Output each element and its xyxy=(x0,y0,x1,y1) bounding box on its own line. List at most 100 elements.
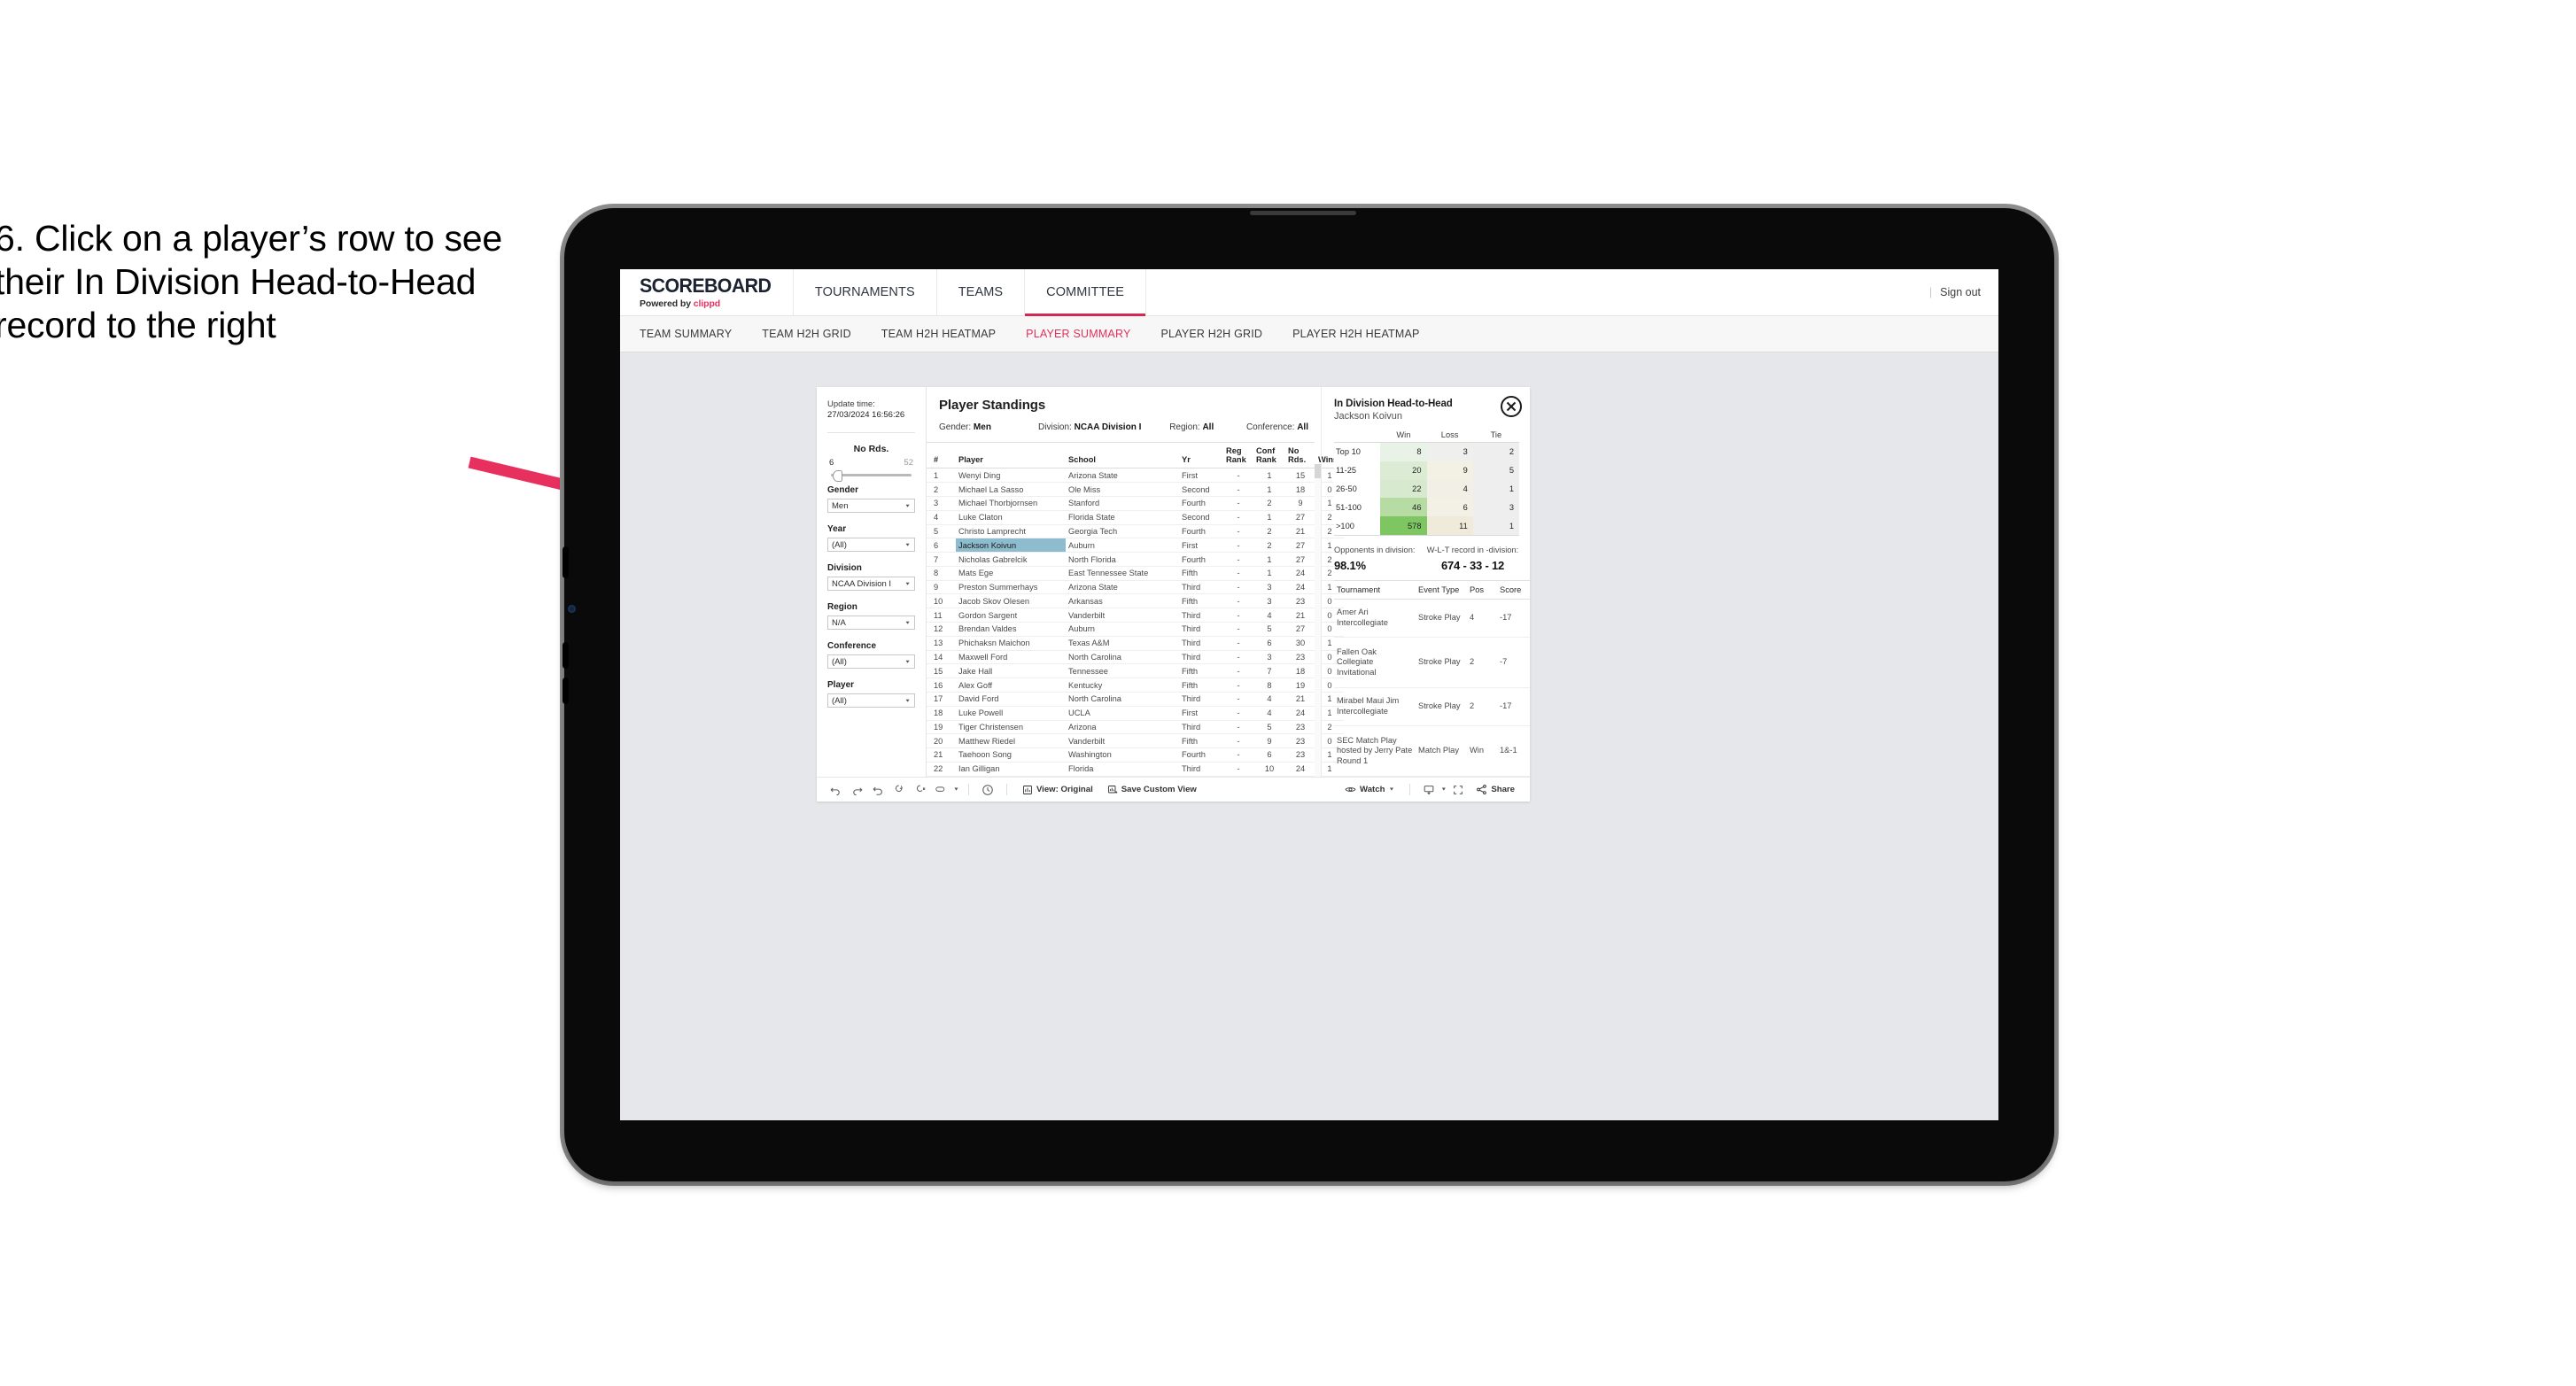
h2h-cell[interactable]: 20 xyxy=(1380,461,1427,480)
revert-icon[interactable] xyxy=(868,781,888,799)
table-row[interactable]: 1 Wenyi Ding Arizona State First -1 15 1 xyxy=(927,468,1344,484)
view-original-button[interactable]: View: Original xyxy=(1016,785,1099,795)
nav-teams[interactable]: TEAMS xyxy=(937,269,1026,315)
tournament-row[interactable]: Mirabel Maui Jim Intercollegiate Stroke P… xyxy=(1334,687,1530,727)
cell-player: Taehoon Song xyxy=(956,747,1066,763)
standings-vertical-scrollbar[interactable] xyxy=(1315,464,1321,777)
close-circle-icon[interactable] xyxy=(1500,395,1523,418)
h2h-cell[interactable]: 3 xyxy=(1472,498,1519,517)
table-row[interactable]: 12 Brendan Valdes Auburn Third -5 27 0 xyxy=(927,622,1344,637)
device-button-top[interactable] xyxy=(563,546,569,578)
h2h-cell[interactable]: 46 xyxy=(1380,498,1427,517)
table-row[interactable]: 8 Mats Ege East Tennessee State Fifth -1 24 2 xyxy=(927,566,1344,581)
table-row[interactable]: 7 Nicholas Gabrelcik North Florida Fourth -1… xyxy=(927,552,1344,567)
scrollbar-thumb[interactable] xyxy=(1315,464,1321,478)
table-header-row: # Player School Yr Reg Rank Conf Rank No Rd… xyxy=(927,443,1344,469)
filter-division-select[interactable]: NCAA Division I ▼ xyxy=(827,577,915,591)
undo-icon[interactable] xyxy=(826,781,845,799)
chevron-down-icon[interactable]: ▼ xyxy=(953,787,959,792)
h2h-cell[interactable]: 9 xyxy=(1426,461,1473,480)
tab-team-summary[interactable]: TEAM SUMMARY xyxy=(640,328,732,340)
h2h-cell[interactable]: 11 xyxy=(1426,516,1473,536)
table-row[interactable]: 22 Ian Gilligan Florida Third -10 24 1 xyxy=(927,762,1344,777)
th-conf-rank[interactable]: Conf Rank xyxy=(1253,443,1285,469)
pause-auto-update-icon[interactable] xyxy=(978,781,997,799)
table-row[interactable]: 2 Michael La Sasso Ole Miss Second -1 18 0 xyxy=(927,482,1344,497)
save-custom-view-button[interactable]: Save Custom View xyxy=(1101,785,1203,795)
table-row[interactable]: 23Jack LundinMissouriFourth-11240 xyxy=(927,776,1344,777)
th-event-type[interactable]: Event Type xyxy=(1416,579,1467,600)
table-row[interactable]: 6 Jackson Koivun Auburn First -2 27 1 xyxy=(927,538,1344,554)
h2h-cell[interactable]: 2 xyxy=(1472,442,1519,461)
share-button[interactable]: Share xyxy=(1470,784,1521,795)
filter-player-select[interactable]: (All) ▼ xyxy=(827,693,915,708)
no-rds-slider-thumb[interactable] xyxy=(833,470,842,482)
h2h-cell[interactable]: 8 xyxy=(1380,442,1427,461)
th-rank[interactable]: # xyxy=(927,443,956,469)
h2h-cell[interactable]: 1 xyxy=(1472,516,1519,536)
table-row[interactable]: 18 Luke Powell UCLA First -4 24 1 xyxy=(927,706,1344,721)
cell-conf: 2 xyxy=(1253,496,1285,511)
download-icon[interactable] xyxy=(1419,781,1439,799)
h2h-cell[interactable]: 578 xyxy=(1380,516,1427,536)
th-yr[interactable]: Yr xyxy=(1179,443,1223,469)
filter-gender-select[interactable]: Men ▼ xyxy=(827,499,915,513)
tab-player-h2h-grid[interactable]: PLAYER H2H GRID xyxy=(1161,328,1263,340)
h2h-cell[interactable]: 22 xyxy=(1380,479,1427,499)
chevron-down-icon[interactable]: ▼ xyxy=(1440,787,1447,792)
tournament-row[interactable]: Amer Ari Intercollegiate Stroke Play 4 -17 xyxy=(1334,599,1530,639)
h2h-cell[interactable]: 5 xyxy=(1472,461,1519,480)
table-row[interactable]: 11 Gordon Sargent Vanderbilt Third -4 21 0 xyxy=(927,608,1344,623)
tab-player-h2h-heatmap[interactable]: PLAYER H2H HEATMAP xyxy=(1292,328,1419,340)
h2h-cell[interactable]: 1 xyxy=(1472,479,1519,499)
no-rds-slider[interactable]: No Rds. 6 52 xyxy=(827,444,915,482)
meta-conference-value: All xyxy=(1297,422,1308,432)
th-school[interactable]: School xyxy=(1066,443,1179,469)
table-row[interactable]: 3 Michael Thorbjornsen Stanford Fourth -2 9 1 xyxy=(927,496,1344,511)
table-row[interactable]: 16 Alex Goff Kentucky Fifth -8 19 0 xyxy=(927,678,1344,693)
th-reg-rank[interactable]: Reg Rank xyxy=(1223,443,1253,469)
watch-button[interactable]: Watch ▼ xyxy=(1338,784,1401,795)
table-row[interactable]: 9 Preston Summerhays Arizona State Third -3 2… xyxy=(927,580,1344,595)
th-pos[interactable]: Pos xyxy=(1467,579,1497,600)
th-player[interactable]: Player xyxy=(956,443,1066,469)
no-rds-slider-track[interactable] xyxy=(831,470,912,482)
table-row[interactable]: 15 Jake Hall Tennessee Fifth -7 18 0 xyxy=(927,663,1344,679)
fullscreen-icon[interactable] xyxy=(1448,781,1468,799)
brand-logo[interactable]: SCOREBOARD Powered by clippd xyxy=(620,269,794,315)
th-score[interactable]: Score xyxy=(1497,579,1530,600)
cell-rank: 21 xyxy=(927,747,956,763)
tab-team-h2h-grid[interactable]: TEAM H2H GRID xyxy=(762,328,851,340)
filter-conference-select[interactable]: (All) ▼ xyxy=(827,654,915,669)
table-row[interactable]: 13 Phichaksn Maichon Texas A&M Third -6 30 1 xyxy=(927,636,1344,651)
device-button-volume-up[interactable] xyxy=(563,642,569,669)
table-row[interactable]: 14 Maxwell Ford North Carolina Third -3 23 0 xyxy=(927,650,1344,665)
h2h-cell[interactable]: 4 xyxy=(1426,479,1473,499)
table-row[interactable]: 5 Christo Lamprecht Georgia Tech Fourth -2 21… xyxy=(927,524,1344,539)
pause-icon[interactable] xyxy=(911,781,930,799)
tournament-row[interactable]: SEC Match Play hosted by Jerry Pate Roun… xyxy=(1334,725,1530,777)
filter-region-select[interactable]: N/A ▼ xyxy=(827,616,915,630)
filter-year-select[interactable]: (All) ▼ xyxy=(827,538,915,552)
pill-icon[interactable] xyxy=(932,781,951,799)
redo-icon[interactable] xyxy=(847,781,866,799)
table-row[interactable]: 19 Tiger Christensen Arizona Third -5 23 2 xyxy=(927,720,1344,735)
table-row[interactable]: 10 Jacob Skov Olesen Arkansas Fifth -3 23 0 xyxy=(927,593,1344,609)
device-button-volume-down[interactable] xyxy=(563,678,569,704)
tab-team-h2h-heatmap[interactable]: TEAM H2H HEATMAP xyxy=(881,328,996,340)
h2h-cell[interactable]: 3 xyxy=(1426,442,1473,461)
table-row[interactable]: 4 Luke Claton Florida State Second -1 27 2 xyxy=(927,510,1344,525)
table-row[interactable]: 21 Taehoon Song Washington Fourth -6 23 1 xyxy=(927,747,1344,763)
watch-label: Watch xyxy=(1360,785,1385,794)
nav-tournaments[interactable]: TOURNAMENTS xyxy=(794,269,937,315)
th-tournament[interactable]: Tournament xyxy=(1334,579,1416,600)
refresh-icon[interactable] xyxy=(889,781,909,799)
sign-out-link[interactable]: Sign out xyxy=(1940,286,1981,298)
tournament-row[interactable]: Fallen Oak Collegiate Invitational Stroke… xyxy=(1334,637,1530,688)
h2h-cell[interactable]: 6 xyxy=(1426,498,1473,517)
table-row[interactable]: 17 David Ford North Carolina Third -4 21 1 xyxy=(927,692,1344,707)
th-no-rds[interactable]: No Rds. xyxy=(1285,443,1315,469)
table-row[interactable]: 20 Matthew Riedel Vanderbilt Fifth -9 23 0 xyxy=(927,733,1344,749)
nav-committee[interactable]: COMMITTEE xyxy=(1025,269,1147,316)
tab-player-summary[interactable]: PLAYER SUMMARY xyxy=(1026,328,1130,340)
